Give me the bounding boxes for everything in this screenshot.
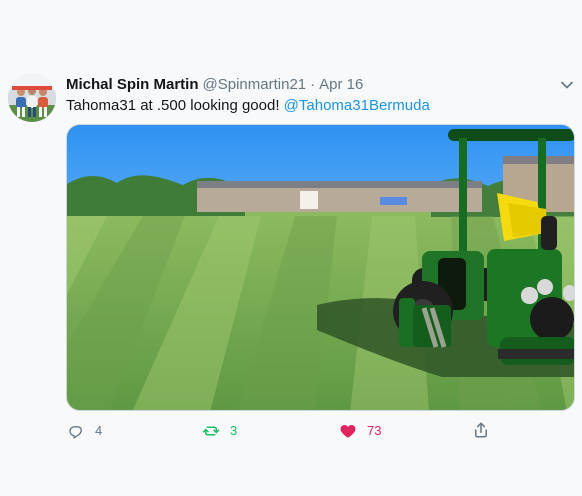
tweet-image[interactable] xyxy=(66,124,575,411)
reply-icon xyxy=(69,426,82,439)
retweet-count: 3 xyxy=(230,423,238,438)
retweet-icon xyxy=(202,426,220,436)
like-count: 73 xyxy=(367,423,382,438)
author-name[interactable]: Michal Spin Martin xyxy=(66,75,199,95)
reply-icon-wrapper xyxy=(66,421,86,441)
field-photo xyxy=(67,125,574,410)
author-handle[interactable]: @Spinmartin21 xyxy=(203,75,307,95)
share-icon-wrapper xyxy=(471,420,491,440)
avatar-image xyxy=(8,74,56,122)
chevron-down-icon xyxy=(561,81,573,89)
avatar[interactable] xyxy=(8,74,56,122)
tweet-text: Tahoma31 at .500 looking good! @Tahoma31… xyxy=(66,96,430,116)
tweet-menu-button[interactable] xyxy=(558,76,576,94)
tweet-date[interactable]: Apr 16 xyxy=(319,75,363,95)
like-button[interactable]: 73 xyxy=(338,420,381,442)
tweet-mention-link[interactable]: @Tahoma31Bermuda xyxy=(284,97,430,114)
reply-button[interactable]: 4 xyxy=(66,420,102,442)
tweet-text-body: Tahoma31 at .500 looking good! xyxy=(66,97,284,114)
heart-icon-wrapper xyxy=(338,421,358,441)
retweet-button[interactable]: 3 xyxy=(201,420,237,442)
tweet-card[interactable]: Michal Spin Martin @Spinmartin21 · Apr 1… xyxy=(0,0,582,496)
tweet-header: Michal Spin Martin @Spinmartin21 · Apr 1… xyxy=(66,75,363,95)
header-separator: · xyxy=(310,76,316,93)
share-button[interactable] xyxy=(471,420,491,440)
tweet-actions: 4 3 73 xyxy=(66,420,516,442)
share-icon xyxy=(475,422,487,438)
reply-count: 4 xyxy=(95,423,103,438)
retweet-icon-wrapper xyxy=(201,421,221,441)
heart-icon xyxy=(340,425,356,438)
